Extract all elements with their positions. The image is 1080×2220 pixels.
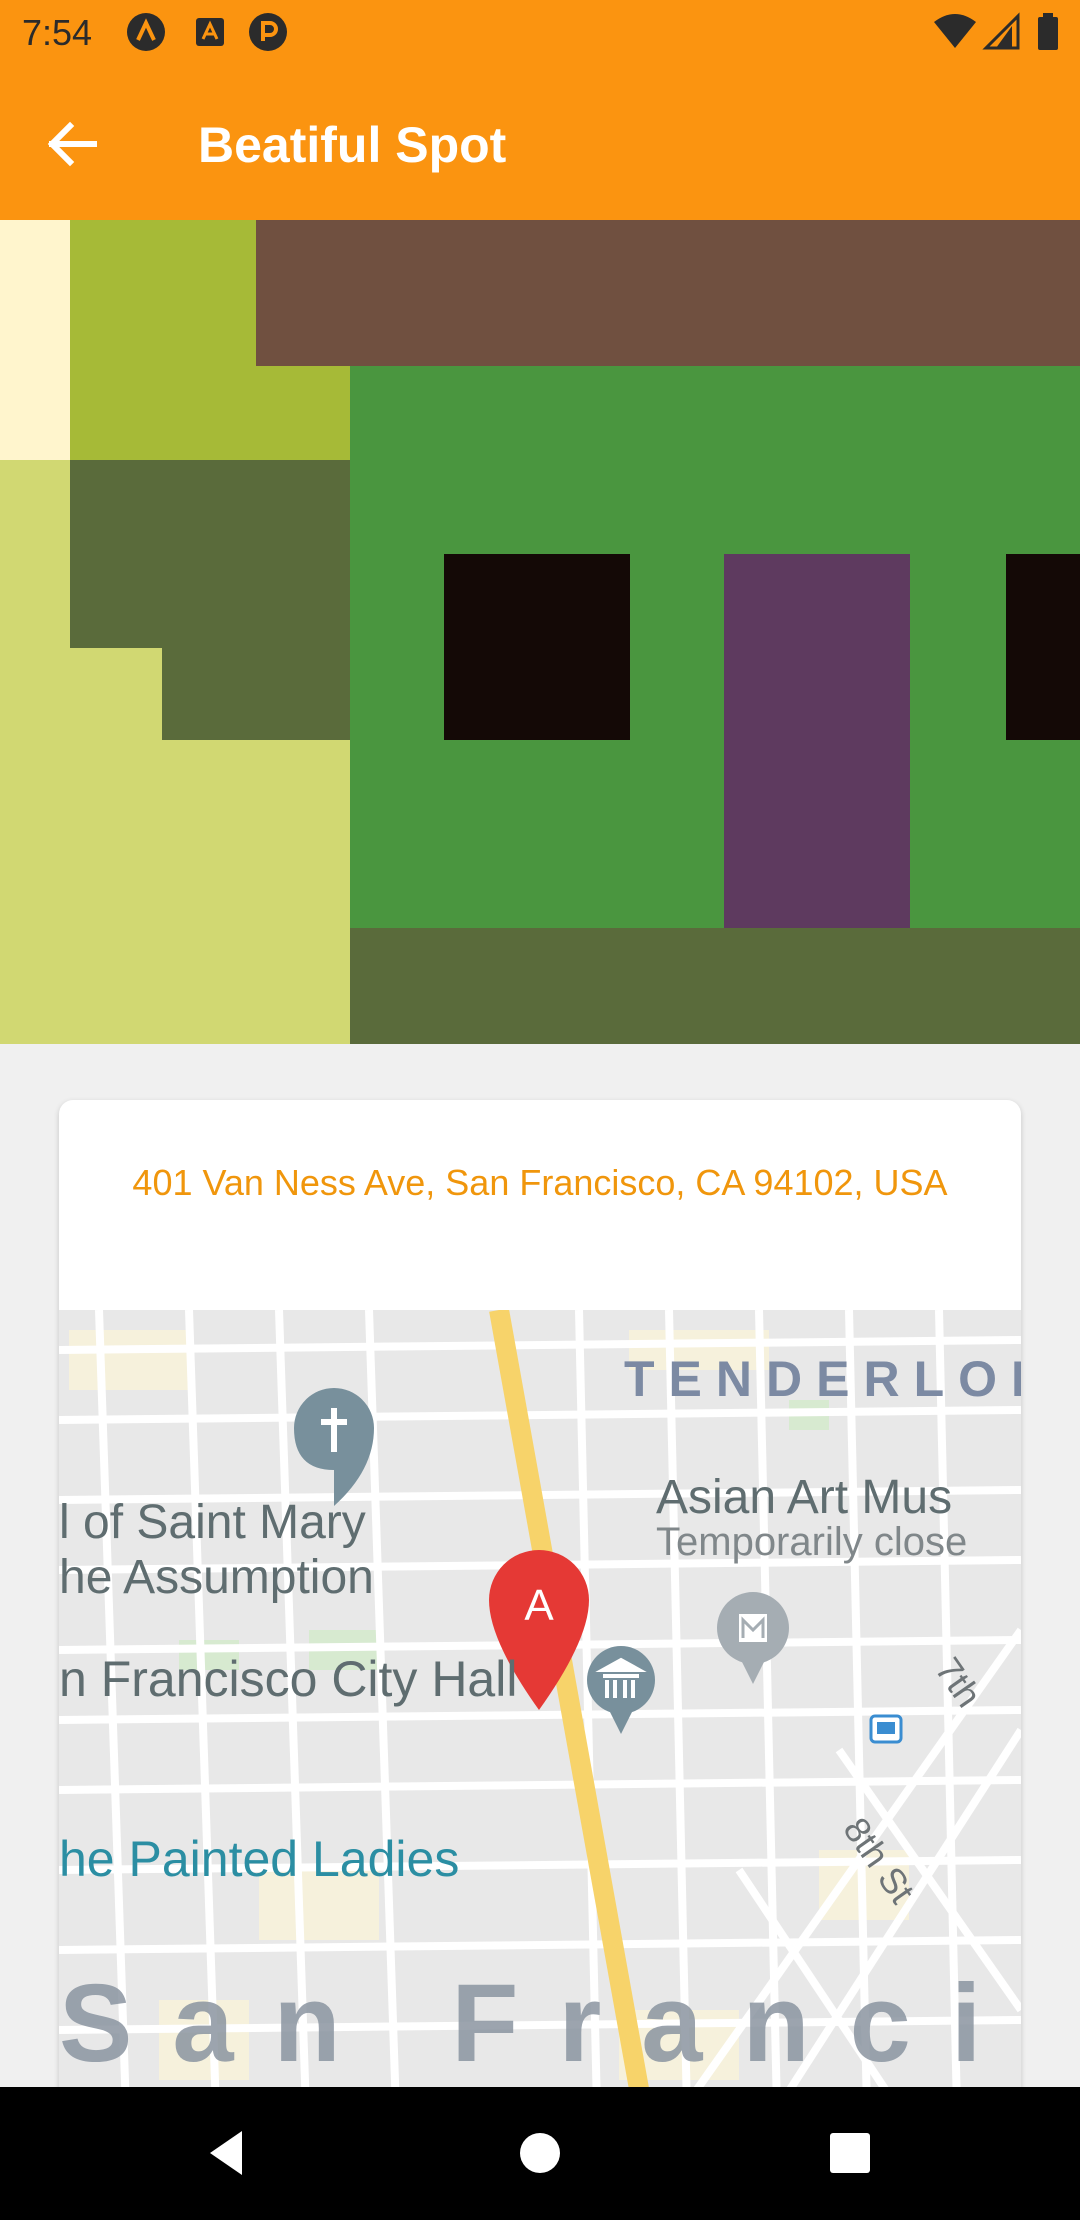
map-label-cathedral-line1: l of Saint Mary (59, 1496, 366, 1549)
status-time: 7:54 (22, 12, 93, 53)
back-button[interactable] (36, 108, 108, 180)
wifi-icon (932, 12, 978, 52)
map-label-san-francisco: San Francis (59, 1962, 1021, 2085)
battery-icon (1036, 12, 1060, 52)
hero-image (0, 220, 1080, 1044)
pixel-art-image (0, 220, 1080, 1044)
map-label-tenderloin: TENDERLOI (624, 1351, 1021, 1407)
transit-icon (869, 1714, 903, 1744)
map-label-asian-art-museum: Asian Art Mus (656, 1471, 953, 1524)
arrow-left-icon (47, 121, 97, 167)
nav-recents-button[interactable] (818, 2121, 882, 2185)
page-title: Beatiful Spot (198, 117, 507, 173)
marker-label: A (524, 1581, 554, 1630)
app-bar: Beatiful Spot (0, 64, 1080, 220)
home-circle-icon (520, 2133, 560, 2173)
location-card: 401 Van Ness Ave, San Francisco, CA 9410… (59, 1100, 1021, 2200)
map-label-cathedral-line2: he Assumption (59, 1551, 374, 1604)
map-label-painted-ladies: he Painted Ladies (59, 1831, 460, 1887)
nav-home-button[interactable] (508, 2121, 572, 2185)
system-nav-bar (0, 2087, 1080, 2220)
parking-p-icon (248, 12, 288, 52)
map-label-temporarily-closed: Temporarily close (656, 1520, 968, 1564)
status-bar: 7:54 (0, 0, 1080, 64)
back-triangle-icon (210, 2131, 242, 2175)
map-label-city-hall: n Francisco City Hall (59, 1651, 518, 1707)
a-circle-icon (126, 12, 166, 52)
nav-back-button[interactable] (196, 2121, 260, 2185)
signal-icon (982, 12, 1022, 52)
a-box-icon (190, 12, 230, 52)
recents-square-icon (830, 2133, 870, 2173)
address-text: 401 Van Ness Ave, San Francisco, CA 9410… (132, 1162, 948, 1203)
map-view[interactable]: A TENDERLOI Asian Art Mus Temporarily cl… (59, 1310, 1021, 2200)
